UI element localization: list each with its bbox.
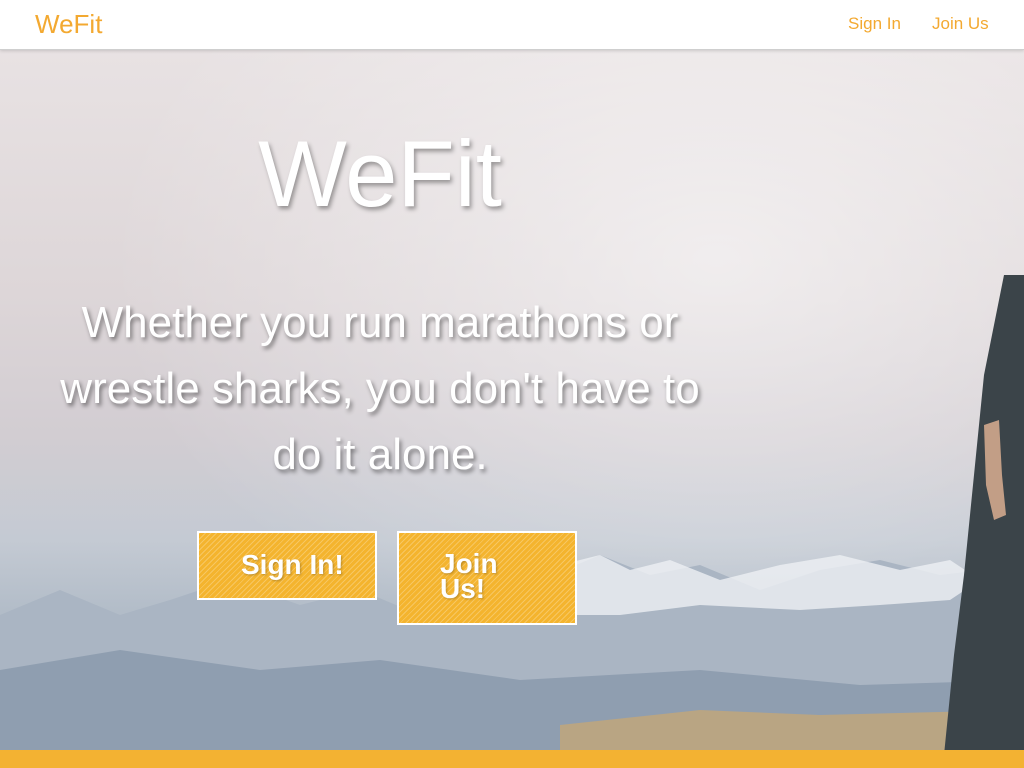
nav-sign-in-link[interactable]: Sign In	[848, 14, 901, 34]
join-us-button[interactable]: Join Us!	[397, 531, 577, 625]
sign-in-button[interactable]: Sign In!	[197, 531, 377, 600]
hero-title: WeFit	[258, 121, 502, 226]
nav-join-us-link[interactable]: Join Us	[932, 14, 989, 34]
footer-accent-bar	[0, 750, 1024, 768]
person-silhouette-graphic	[944, 275, 1024, 750]
join-us-button-label: Join Us!	[440, 548, 498, 604]
hero-tagline: Whether you run marathons or wrestle sha…	[60, 298, 700, 479]
brand-logo-link[interactable]: WeFit	[35, 9, 102, 40]
top-navbar: WeFit Sign In Join Us	[0, 0, 1024, 50]
